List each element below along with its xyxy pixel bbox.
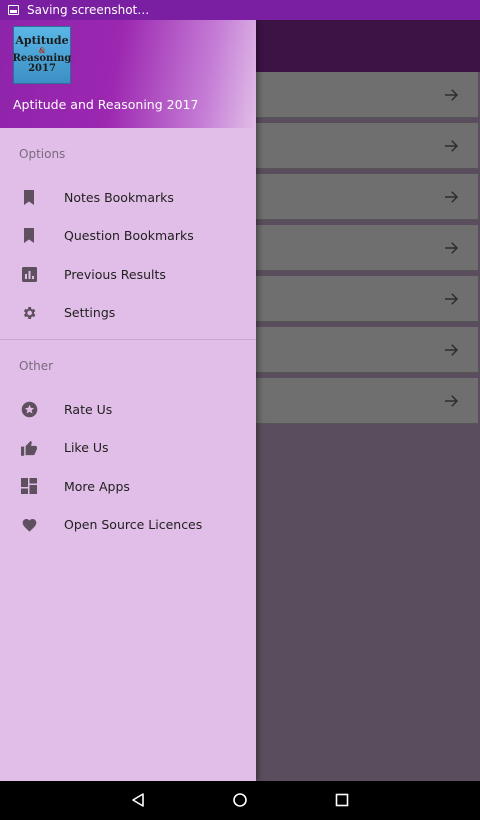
star-circle-icon bbox=[20, 400, 38, 418]
app-name: Aptitude and Reasoning 2017 bbox=[13, 97, 199, 112]
logo-line-1: Aptitude bbox=[15, 34, 69, 48]
heart-icon bbox=[20, 516, 38, 534]
nav-item-label: Previous Results bbox=[64, 266, 166, 282]
section-label-other: Other bbox=[19, 359, 54, 373]
dashboard-icon bbox=[20, 477, 38, 495]
nav-item-label: Question Bookmarks bbox=[64, 228, 194, 244]
thumbs-up-icon bbox=[20, 439, 38, 457]
nav-item-notes-bookmarks[interactable]: Notes Bookmarks bbox=[0, 178, 256, 217]
navigation-drawer: Aptitude & Reasoning 2017 Aptitude and R… bbox=[0, 20, 256, 781]
nav-item-label: Like Us bbox=[64, 440, 109, 456]
back-button[interactable] bbox=[128, 790, 148, 810]
nav-item-open-source-licences[interactable]: Open Source Licences bbox=[0, 506, 256, 545]
home-icon bbox=[233, 793, 247, 807]
home-button[interactable] bbox=[230, 790, 250, 810]
nav-item-previous-results[interactable]: Previous Results bbox=[0, 255, 256, 294]
gear-icon bbox=[20, 304, 38, 322]
arrow-right-icon bbox=[445, 89, 459, 101]
app-logo: Aptitude & Reasoning 2017 bbox=[13, 26, 71, 84]
bar-chart-icon bbox=[20, 265, 38, 283]
nav-item-label: Settings bbox=[64, 305, 116, 321]
arrow-right-icon bbox=[445, 191, 459, 203]
logo-line-4: 2017 bbox=[28, 63, 56, 75]
nav-item-label: More Apps bbox=[64, 478, 130, 494]
arrow-right-icon bbox=[445, 242, 459, 254]
nav-item-like-us[interactable]: Like Us bbox=[0, 429, 256, 468]
back-icon bbox=[132, 793, 144, 807]
image-icon bbox=[8, 5, 19, 15]
section-label-options: Options bbox=[19, 147, 66, 161]
arrow-right-icon bbox=[445, 344, 459, 356]
recents-button[interactable] bbox=[332, 790, 352, 810]
bookmark-icon bbox=[20, 188, 38, 206]
arrow-right-icon bbox=[445, 140, 459, 152]
drawer-header: Aptitude & Reasoning 2017 Aptitude and R… bbox=[0, 20, 256, 128]
nav-item-rate-us[interactable]: Rate Us bbox=[0, 390, 256, 429]
arrow-right-icon bbox=[445, 293, 459, 305]
nav-item-more-apps[interactable]: More Apps bbox=[0, 467, 256, 506]
nav-item-label: Rate Us bbox=[64, 401, 113, 417]
bookmark-icon bbox=[20, 227, 38, 245]
system-navigation-bar bbox=[0, 781, 480, 820]
nav-item-label: Notes Bookmarks bbox=[64, 189, 174, 205]
nav-item-question-bookmarks[interactable]: Question Bookmarks bbox=[0, 217, 256, 256]
status-bar: Saving screenshot… bbox=[0, 0, 480, 20]
nav-item-label: Open Source Licences bbox=[64, 517, 203, 533]
nav-item-settings[interactable]: Settings bbox=[0, 294, 256, 333]
status-message: Saving screenshot… bbox=[27, 3, 150, 17]
arrow-right-icon bbox=[445, 395, 459, 407]
recents-icon bbox=[335, 793, 349, 807]
